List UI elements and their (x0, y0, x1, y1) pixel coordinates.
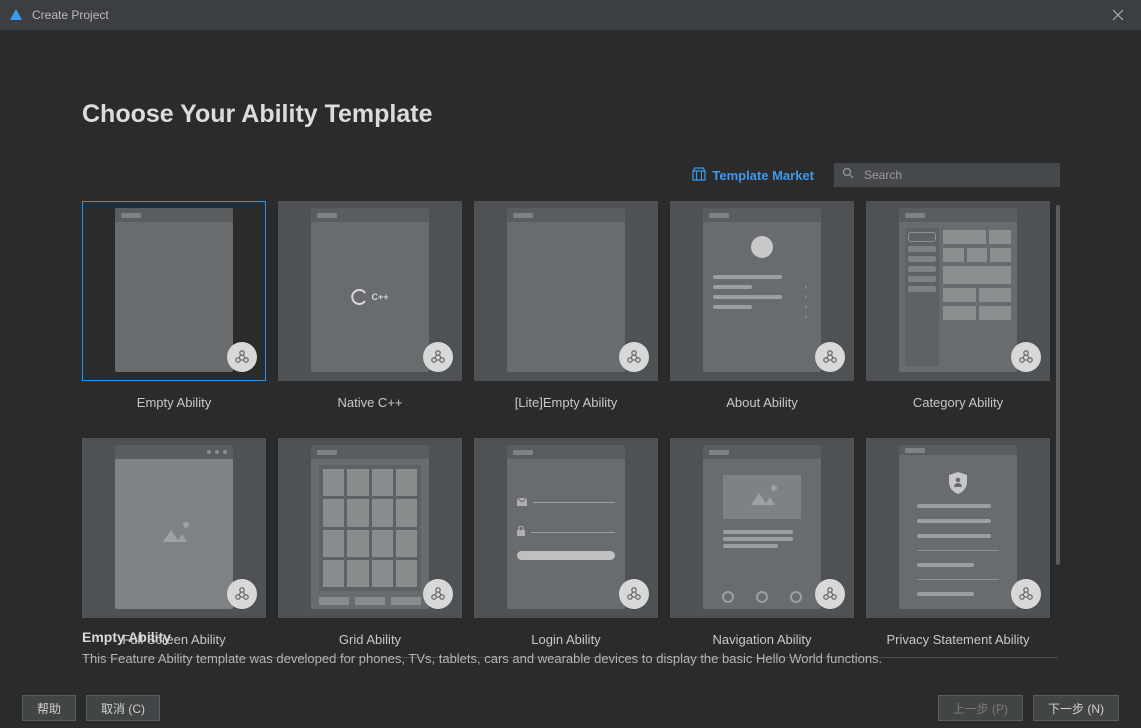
page-title: Choose Your Ability Template (82, 100, 1060, 129)
template-card-about[interactable]: › › › › About Ability (670, 201, 854, 410)
template-label: [Lite]Empty Ability (515, 395, 618, 410)
template-card-fullscreen[interactable]: Full Screen Ability (82, 438, 266, 647)
template-thumb (474, 201, 658, 381)
ability-type-icon (619, 579, 649, 609)
ability-type-icon (227, 342, 257, 372)
template-thumb (474, 438, 658, 618)
description-text: This Feature Ability template was develo… (82, 651, 1058, 666)
shield-icon (947, 471, 969, 495)
close-button[interactable] (1103, 0, 1133, 30)
ability-type-icon (423, 342, 453, 372)
ability-type-icon (423, 579, 453, 609)
cpp-label: C++ (371, 292, 388, 302)
market-icon (692, 167, 706, 184)
template-thumb (670, 438, 854, 618)
template-label: Category Ability (913, 395, 1003, 410)
ability-type-icon (815, 342, 845, 372)
next-button[interactable]: 下一步 (N) (1033, 695, 1119, 721)
search-box[interactable] (834, 163, 1060, 187)
previous-button[interactable]: 上一步 (P) (938, 695, 1023, 721)
workarea: Choose Your Ability Template Template Ma… (0, 30, 1141, 728)
template-grid: Empty Ability C++ (82, 201, 1050, 647)
titlebar: Create Project (0, 0, 1141, 30)
template-thumb (866, 201, 1050, 381)
description-title: Empty Ability (82, 629, 1058, 645)
template-label: Empty Ability (137, 395, 211, 410)
template-card-login[interactable]: Login Ability (474, 438, 658, 647)
template-thumb: C++ (278, 201, 462, 381)
cpp-icon (351, 288, 369, 306)
template-card-empty[interactable]: Empty Ability (82, 201, 266, 410)
template-market-label: Template Market (712, 168, 814, 183)
template-label: About Ability (726, 395, 798, 410)
app-logo-icon (8, 7, 24, 23)
cancel-button[interactable]: 取消 (C) (86, 695, 160, 721)
template-card-grid[interactable]: Grid Ability (278, 438, 462, 647)
ability-type-icon (619, 342, 649, 372)
lock-icon (517, 523, 525, 541)
footer: 帮助 取消 (C) 上一步 (P) 下一步 (N) (0, 688, 1141, 728)
image-placeholder-icon (159, 522, 189, 546)
template-card-native-cpp[interactable]: C++ Native C++ (278, 201, 462, 410)
toolbar: Template Market (82, 161, 1060, 189)
ability-type-icon (227, 579, 257, 609)
description-block: Empty Ability This Feature Ability templ… (82, 629, 1058, 666)
template-card-category[interactable]: Category Ability (866, 201, 1050, 410)
template-market-link[interactable]: Template Market (692, 167, 814, 184)
template-thumb: › › › › (670, 201, 854, 381)
mail-icon (517, 493, 527, 511)
window-title: Create Project (32, 8, 109, 22)
template-card-navigation[interactable]: Navigation Ability (670, 438, 854, 647)
template-thumb (82, 438, 266, 618)
template-label: Native C++ (337, 395, 402, 410)
ability-type-icon (1011, 579, 1041, 609)
template-card-lite-empty[interactable]: [Lite]Empty Ability (474, 201, 658, 410)
scrollbar[interactable] (1056, 205, 1060, 565)
image-placeholder-icon (747, 485, 777, 509)
search-input[interactable] (862, 167, 1052, 183)
ability-type-icon (1011, 342, 1041, 372)
ability-type-icon (815, 579, 845, 609)
search-icon (842, 166, 854, 184)
template-thumb (278, 438, 462, 618)
template-card-privacy[interactable]: Privacy Statement Ability (866, 438, 1050, 647)
template-thumb (866, 438, 1050, 618)
help-button[interactable]: 帮助 (22, 695, 76, 721)
template-thumb (82, 201, 266, 381)
